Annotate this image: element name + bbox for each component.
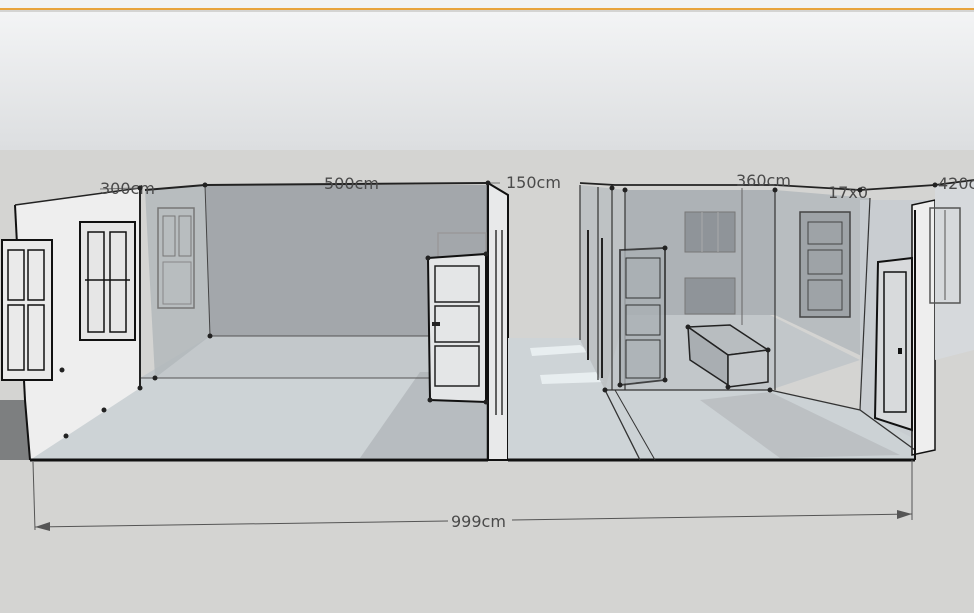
sky: [0, 12, 974, 150]
window-icon[interactable]: [1, 239, 53, 381]
scene-canvas[interactable]: 300cm 500cm 150cm 360cm 17x0 420c 999cm: [0, 0, 974, 613]
door-icon[interactable]: [799, 211, 851, 318]
door-icon[interactable]: [619, 247, 666, 387]
dimension-label-360[interactable]: 360cm: [736, 171, 791, 190]
door-icon[interactable]: [873, 256, 913, 432]
window-icon[interactable]: [79, 221, 136, 341]
dimension-label-500[interactable]: 500cm: [324, 174, 379, 193]
dimension-label-999[interactable]: 999cm: [451, 512, 506, 531]
dimension-label-150[interactable]: 150cm: [506, 173, 561, 192]
left-room[interactable]: [0, 182, 490, 462]
dimension-label-17x[interactable]: 17x0: [828, 183, 868, 202]
dimension-label-300[interactable]: 300cm: [100, 179, 155, 198]
dimension-label-420[interactable]: 420c: [938, 174, 974, 193]
annex-room: [935, 180, 974, 360]
door-icon[interactable]: [426, 252, 487, 404]
dividing-wall[interactable]: [487, 181, 509, 461]
modeling-viewport[interactable]: 300cm 500cm 150cm 360cm 17x0 420c 999cm: [0, 0, 974, 613]
